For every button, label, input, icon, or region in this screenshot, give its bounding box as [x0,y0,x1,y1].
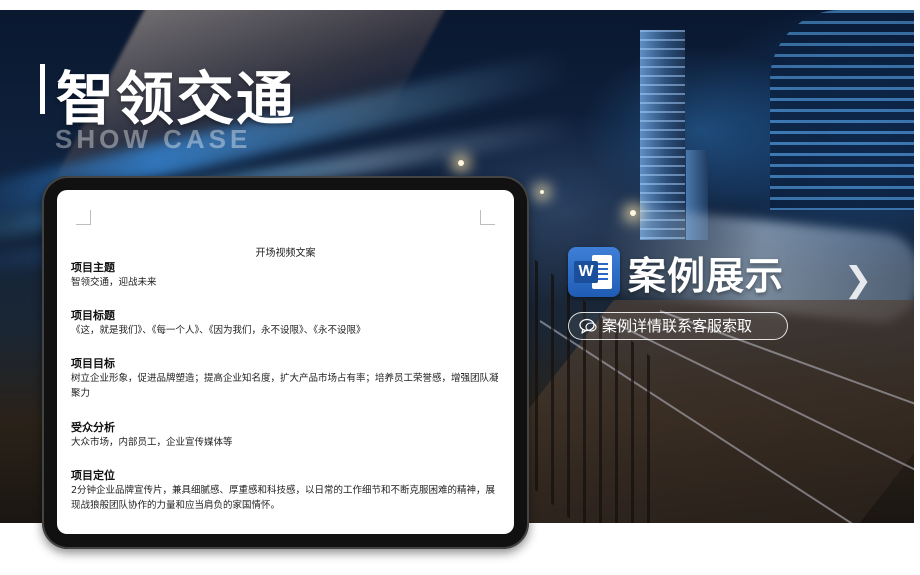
case-display-title: 案例展示 [628,254,785,298]
contact-service-label: 案例详情联系客服索取 [602,317,753,335]
document-section: 项目目标 树立企业形象，促进品牌塑造；提高企业知名度，扩大产品市场占有率；培养员… [71,356,501,401]
section-body: 2分钟企业品牌宣传片，兼具细腻感、厚重感和科技感，以日常的工作细节和不断克服困难… [71,485,496,511]
section-body: 智领交通，迎战未来 [71,277,157,288]
section-body: 《这，就是我们》、《每一个人》、《因为我们，永不设限》、《永不设限》 [71,325,366,336]
document-preview[interactable]: 开场视频文案 项目主题 智领交通，迎战未来 项目标题 《这，就是我们》、《每一个… [57,190,514,534]
section-body: 大众市场，内部员工，企业宣传媒体等 [71,437,233,448]
title-accent-bar [40,64,45,114]
contact-service-button[interactable]: 案例详情联系客服索取 [568,312,788,340]
street-light [630,210,636,216]
tablet-mockup: 开场视频文案 项目主题 智领交通，迎战未来 项目标题 《这，就是我们》、《每一个… [42,176,529,549]
section-heading: 受众分析 [71,421,115,434]
chevron-right-icon[interactable]: ❯ [843,262,873,298]
section-heading: 项目主题 [71,261,115,274]
document-section: 受众分析 大众市场，内部员工，企业宣传媒体等 [71,420,501,450]
page-corner-mark [480,210,495,225]
page-corner-mark [76,210,91,225]
street-light [540,190,544,194]
street-light [458,160,464,166]
document-section: 项目标题 《这，就是我们》、《每一个人》、《因为我们，永不设限》、《永不设限》 [71,308,501,338]
word-document-icon: W [568,247,620,297]
section-body: 树立企业形象，促进品牌塑造；提高企业知名度，扩大产品市场占有率；培养员工荣誉感，… [71,373,499,399]
chat-bubble-icon [579,318,597,334]
document-section: 项目主题 智领交通，迎战未来 [71,260,501,290]
word-letter: W [574,261,598,283]
skyscraper [770,10,914,210]
document-title: 开场视频文案 [255,248,316,259]
document-section: 项目定位 2分钟企业品牌宣传片，兼具细腻感、厚重感和科技感，以日常的工作细节和不… [71,468,501,513]
section-heading: 项目目标 [71,357,115,370]
page-subtitle: SHOW CASE [55,124,252,154]
section-heading: 项目定位 [71,469,115,482]
section-heading: 项目标题 [71,309,115,322]
